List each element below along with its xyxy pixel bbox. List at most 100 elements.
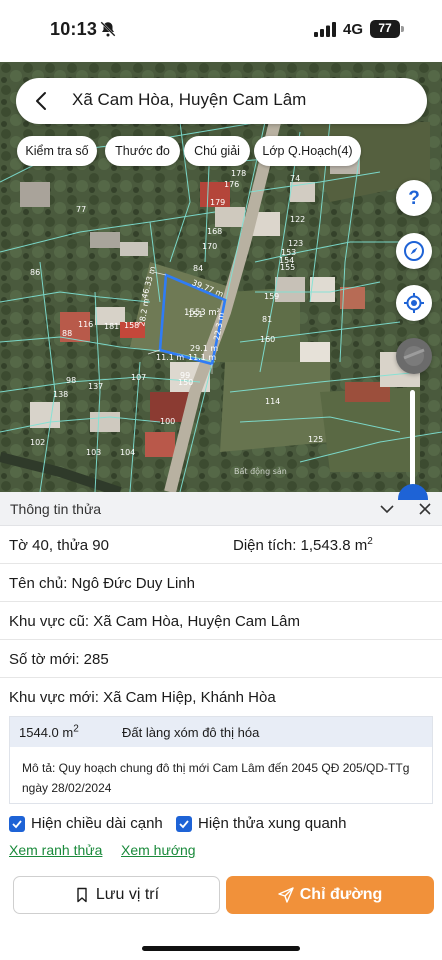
planning-land-type: Đất làng xóm đô thị hóa xyxy=(122,725,260,740)
parcel-number: 103 xyxy=(86,448,102,457)
compass-button[interactable] xyxy=(396,233,432,269)
save-location-label: Lưu vị trí xyxy=(95,886,160,903)
parcel-number: 168 xyxy=(207,227,223,236)
parcel-number: 179 xyxy=(210,198,226,207)
help-button[interactable]: ? xyxy=(396,180,432,216)
status-time: 10:13 xyxy=(50,19,98,39)
parcel-number: 181 xyxy=(104,322,120,331)
sheet-parcel-number: Tờ 40, thửa 90 xyxy=(9,537,109,554)
tool-measure-button[interactable]: Thước đo xyxy=(105,136,180,166)
parcel-number: 159 xyxy=(264,292,280,301)
bell-off-icon xyxy=(100,21,116,37)
parcel-number: 86 xyxy=(30,268,41,277)
parcel-number: 170 xyxy=(202,242,218,251)
edge-length-label: 11.1 m xyxy=(188,353,217,362)
parcel-number: 176 xyxy=(224,180,240,189)
planning-description: Mô tả: Quy hoạch chung đô thị mới Cam Lâ… xyxy=(22,761,410,795)
edge-length-label: 11.1 m xyxy=(156,353,185,362)
parcel-number: 107 xyxy=(131,373,147,382)
parcel-number: 77 xyxy=(76,205,87,214)
info-row-sheet: Tờ 40, thửa 90 Diện tích: 1,543.8 m2 xyxy=(0,526,442,564)
parcel-area-label: 1553 m² xyxy=(184,308,221,318)
satellite-map[interactable] xyxy=(0,62,442,492)
parcel-number: 102 xyxy=(30,438,46,447)
chevron-down-icon[interactable] xyxy=(378,500,396,518)
checkmark-icon xyxy=(179,820,189,829)
parcel-number: 137 xyxy=(88,382,104,391)
planning-area-unit: 2 xyxy=(73,723,79,735)
view-direction-link[interactable]: Xem hướng xyxy=(121,842,196,858)
parcel-info-panel: Thông tin thửa Tờ 40, thửa 90 Diện tích:… xyxy=(0,492,442,960)
signal-icon xyxy=(314,22,336,37)
parcel-number: 98 xyxy=(66,376,77,385)
parcel-number: 123 xyxy=(288,239,304,248)
parcel-area: Diện tích: 1,543.8 m2 xyxy=(233,536,373,555)
new-region: Khu vực mới: Xã Cam Hiệp, Khánh Hòa xyxy=(9,689,276,706)
save-location-button[interactable]: Lưu vị trí xyxy=(13,876,220,914)
parcel-number: 138 xyxy=(53,390,69,399)
checkmark-icon xyxy=(12,820,22,829)
info-row-owner: Tên chủ: Ngô Đức Duy Linh xyxy=(0,564,442,602)
panel-title: Thông tin thửa xyxy=(10,501,102,517)
home-indicator[interactable] xyxy=(142,946,300,951)
parcel-number: 100 xyxy=(160,417,176,426)
show-neighbors-option[interactable]: Hiện thửa xung quanh xyxy=(176,815,347,834)
parcel-number: 84 xyxy=(193,264,204,273)
edge-length-label: 29.1 m xyxy=(190,344,219,353)
location-search-bar[interactable]: Xã Cam Hòa, Huyện Cam Lâm xyxy=(16,78,427,124)
info-row-new-region: Khu vực mới: Xã Cam Hiệp, Khánh Hòa xyxy=(0,678,442,716)
compass-icon xyxy=(404,241,424,261)
bookmark-icon xyxy=(77,887,87,903)
battery-icon: 77 xyxy=(370,20,404,38)
parcel-number: 178 xyxy=(231,169,247,178)
parcel-number: 114 xyxy=(265,397,281,406)
show-edge-length-checkbox[interactable] xyxy=(9,816,25,832)
network-type: 4G xyxy=(343,21,364,38)
battery-level: 77 xyxy=(378,21,392,35)
planning-area: 1544.0 m2 xyxy=(19,723,79,740)
planning-area-value: 1544.0 m xyxy=(19,725,74,740)
svg-text:?: ? xyxy=(408,188,420,209)
parcel-number: 150 xyxy=(178,378,194,387)
planning-header: 1544.0 m2 Đất làng xóm đô thị hóa xyxy=(10,717,432,747)
parcel-number: 122 xyxy=(290,215,306,224)
show-neighbors-label: Hiện thửa xung quanh xyxy=(198,815,347,832)
directions-button[interactable]: Chỉ đường xyxy=(226,876,434,914)
old-region: Khu vực cũ: Xã Cam Hòa, Huyện Cam Lâm xyxy=(9,613,300,630)
tool-legend-button[interactable]: Chú giải xyxy=(184,136,250,166)
area-unit-sup: 2 xyxy=(367,536,373,547)
parcel-number: 155 xyxy=(280,263,296,272)
location-title: Xã Cam Hòa, Huyện Cam Lâm xyxy=(72,90,307,109)
my-location-button[interactable] xyxy=(396,285,432,321)
parcel-number: 116 xyxy=(78,320,94,329)
question-icon: ? xyxy=(408,188,420,209)
parcel-number: 74 xyxy=(290,174,301,183)
parcel-area-value: Diện tích: 1,543.8 m xyxy=(233,537,368,554)
planning-info-card: 1544.0 m2 Đất làng xóm đô thị hóa Mô tả:… xyxy=(9,716,433,804)
send-arrow-icon xyxy=(278,887,294,903)
info-row-new-sheet: Số tờ mới: 285 xyxy=(0,640,442,678)
view-boundary-link[interactable]: Xem ranh thửa xyxy=(9,842,102,858)
show-edge-length-option[interactable]: Hiện chiều dài cạnh xyxy=(9,815,169,834)
layer-thumbnail-icon xyxy=(403,346,425,366)
status-bar: 10:13 4G 77 xyxy=(0,0,442,62)
owner-name: Tên chủ: Ngô Đức Duy Linh xyxy=(9,575,195,592)
parcel-number: 160 xyxy=(260,335,276,344)
new-sheet-number: Số tờ mới: 285 xyxy=(9,651,109,668)
show-neighbors-checkbox[interactable] xyxy=(176,816,192,832)
show-edge-length-label: Hiện chiều dài cạnh xyxy=(31,815,163,832)
info-row-old-region: Khu vực cũ: Xã Cam Hòa, Huyện Cam Lâm xyxy=(0,602,442,640)
map-view[interactable]: 77 86 88 98 137 107 138 102 103 104 100 … xyxy=(0,62,442,492)
parcel-number: 81 xyxy=(262,315,273,324)
layer-toggle-button[interactable] xyxy=(396,338,432,374)
panel-header: Thông tin thửa xyxy=(0,492,442,526)
parcel-number: 125 xyxy=(308,435,324,444)
parcel-number: 88 xyxy=(62,329,73,338)
parcel-number: 104 xyxy=(120,448,136,457)
tool-check-number-button[interactable]: Kiểm tra số xyxy=(17,136,97,166)
zoom-slider-track[interactable] xyxy=(410,390,415,488)
map-watermark: Bất động sản xyxy=(234,467,287,476)
tool-planning-layer-button[interactable]: Lớp Q.Hoạch(4) xyxy=(254,136,361,166)
back-arrow-icon[interactable] xyxy=(30,89,54,113)
close-icon[interactable] xyxy=(416,500,434,518)
